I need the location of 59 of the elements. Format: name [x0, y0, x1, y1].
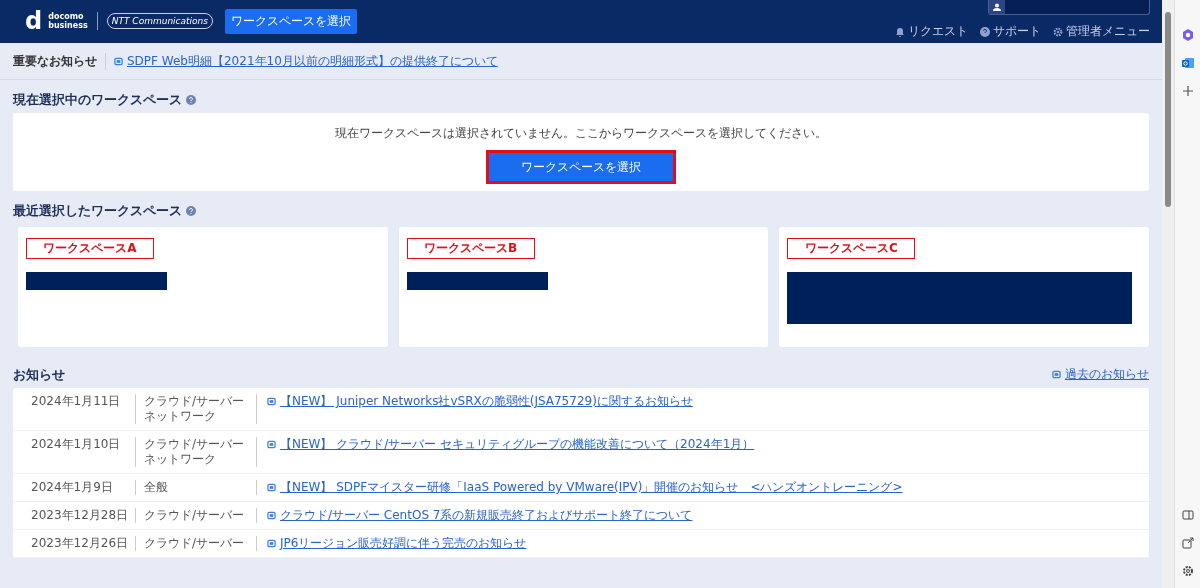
notice-link[interactable]: SDPF Web明細【2021年10月以前の明細形式】の提供終了について: [127, 52, 498, 70]
document-icon: [267, 539, 276, 548]
document-icon: [267, 511, 276, 520]
settings-icon: [1053, 26, 1063, 37]
archive-link[interactable]: 過去のお知らせ: [1065, 366, 1149, 383]
news-link[interactable]: 【NEW】 SDPFマイスター研修「IaaS Powered by VMware(IPV)」開催のお知らせ <ハンズオントレーニング>: [280, 480, 903, 495]
user-icon: [993, 3, 1001, 11]
mail-icon[interactable]: [1180, 56, 1195, 70]
news-link[interactable]: JP6リージョン販売好調に伴う完売のお知らせ: [280, 536, 527, 551]
section-title: 最近選択したワークスペース: [13, 202, 182, 220]
header-link[interactable]: リクエスト: [895, 23, 968, 40]
news-date: 2024年1月9日: [30, 480, 114, 495]
workspace-label: ワークスペースB: [406, 238, 535, 259]
logo-text: docomo: [48, 12, 85, 21]
news-date: 2024年1月11日: [30, 394, 122, 410]
workspace-card[interactable]: ワークスペースB: [398, 227, 769, 347]
workspace-select-button[interactable]: ワークスペースを選択: [225, 9, 357, 34]
workspace-card[interactable]: ワークスペースA: [18, 227, 388, 347]
news-date: 2023年12月26日: [30, 536, 130, 551]
scrollbar-thumb[interactable]: [1165, 12, 1171, 207]
copilot-icon[interactable]: [1180, 28, 1195, 42]
news-category: クラウド/サーバー: [144, 508, 246, 523]
workspace-select-button[interactable]: ワークスペースを選択: [486, 150, 676, 184]
news-date: 2024年1月10日: [30, 437, 122, 453]
workspace-card[interactable]: ワークスペースC: [779, 227, 1149, 347]
document-icon: [267, 440, 276, 449]
help-icon[interactable]: [186, 95, 196, 105]
news-date: 2023年12月28日: [30, 508, 130, 523]
document-icon: [1052, 370, 1061, 379]
external-link-icon[interactable]: [1180, 536, 1195, 550]
header-link[interactable]: 管理者メニュー: [1053, 23, 1150, 40]
news-link[interactable]: 【NEW】 Juniper Networks社vSRXの脆弱性(JSA75729)に関するお知らせ: [280, 394, 693, 409]
document-icon: [267, 483, 276, 492]
news-link[interactable]: クラウド/サーバー CentOS 7系の新規販売終了およびサポート終了について: [280, 508, 693, 523]
news-category: ネットワーク: [144, 452, 217, 467]
document-icon: [114, 56, 123, 66]
add-icon[interactable]: [1180, 84, 1195, 98]
workspace-label: ワークスペースA: [26, 238, 154, 259]
settings-icon[interactable]: [1180, 564, 1195, 578]
workspace-message: 現在ワークスペースは選択されていません。ここからワークスペースを選択してください。: [335, 125, 827, 142]
bell-icon: [895, 26, 905, 37]
user-field[interactable]: [988, 0, 1150, 15]
news-link[interactable]: 【NEW】 クラウド/サーバー セキュリティグループの機能改善について（2024年1月）: [280, 437, 755, 452]
notice-label: 重要なお知らせ: [13, 52, 106, 70]
news-category: クラウド/サーバー: [144, 536, 246, 551]
sidebar-icon[interactable]: [1180, 508, 1195, 522]
news-category: クラウド/サーバー: [144, 394, 246, 409]
help-icon: [980, 26, 990, 37]
news-category: ネットワーク: [144, 409, 217, 424]
workspace-label: ワークスペースC: [787, 238, 916, 259]
news-category: クラウド/サーバー: [144, 437, 246, 452]
header-link[interactable]: サポート: [980, 23, 1041, 40]
help-icon[interactable]: [186, 206, 196, 216]
document-icon: [267, 397, 276, 406]
news-category: 全般: [144, 480, 169, 495]
section-title: 現在選択中のワークスペース: [13, 91, 182, 109]
logo-mark: d: [25, 11, 43, 31]
logo-text: business: [48, 21, 88, 30]
section-title: お知らせ: [13, 365, 65, 384]
